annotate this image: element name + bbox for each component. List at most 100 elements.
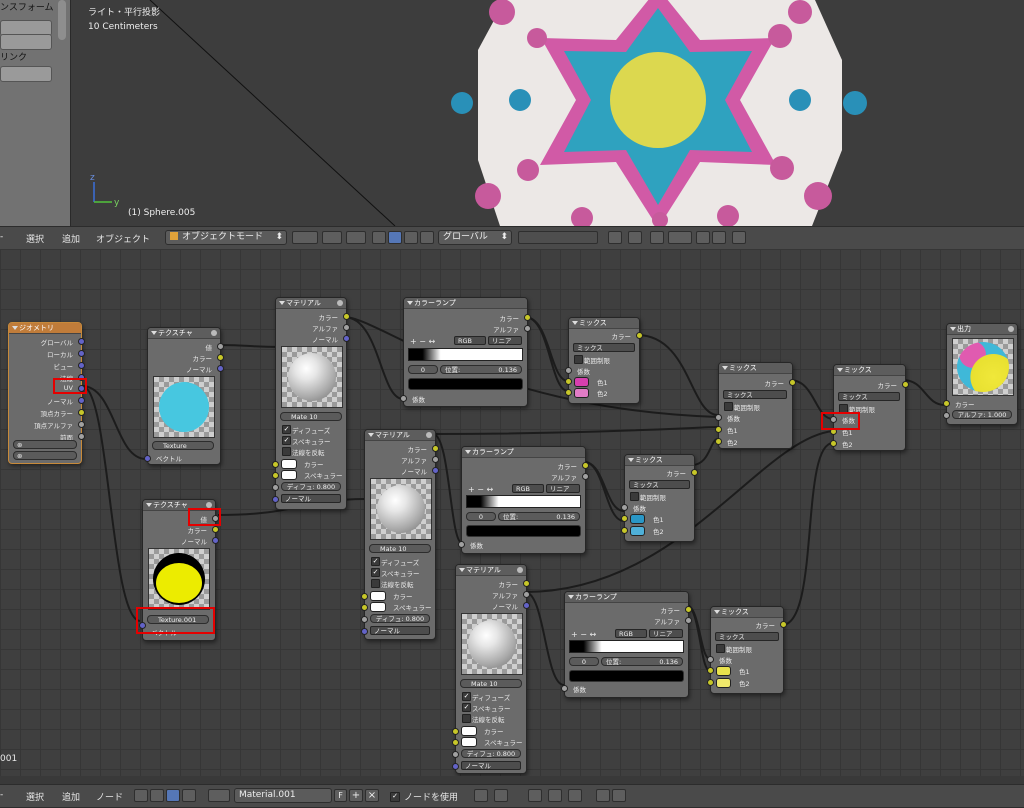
blend-mode-select[interactable]: ミックス <box>715 632 779 641</box>
socket[interactable] <box>272 461 279 468</box>
node-preview-toggle[interactable] <box>517 567 523 573</box>
ramp-position-field[interactable]: 位置: 0.136 <box>498 512 580 521</box>
node-header[interactable]: ミックス <box>834 365 905 376</box>
socket[interactable] <box>217 365 224 372</box>
socket[interactable] <box>78 397 85 404</box>
socket[interactable] <box>144 455 151 462</box>
diffuse-checkbox[interactable]: ✓ <box>462 692 471 701</box>
socket[interactable] <box>361 616 368 623</box>
material-select[interactable]: Mate 10 <box>280 412 342 421</box>
ramp-interpolation[interactable]: リニア <box>546 484 580 493</box>
mix-node-5[interactable]: ミックス カラー ミックス 範囲制限 係数 色1 色2 <box>830 364 909 451</box>
color-swatch[interactable] <box>461 726 477 736</box>
manipulator-icon[interactable] <box>372 231 386 244</box>
socket[interactable] <box>432 456 439 463</box>
pivot-icon[interactable] <box>322 231 342 244</box>
snap-align-icon[interactable] <box>568 789 582 802</box>
node-header[interactable]: マテリアル <box>276 298 346 309</box>
tool-button[interactable] <box>0 66 52 82</box>
mix-node-2[interactable]: ミックス カラー ミックス 範囲制限 係数 色1 色2 <box>621 454 698 542</box>
diffuse-intensity-field[interactable]: ディフュ: 0.800 <box>461 749 521 758</box>
vcol-field[interactable]: ⊛ <box>13 451 77 460</box>
socket[interactable] <box>789 379 796 386</box>
socket[interactable] <box>902 381 909 388</box>
socket[interactable] <box>830 440 837 447</box>
lock-icon[interactable] <box>608 231 622 244</box>
specular-checkbox[interactable]: ✓ <box>282 436 291 445</box>
mix-node-3[interactable]: ミックス カラー ミックス 範囲制限 係数 色1 色2 <box>707 606 787 694</box>
socket[interactable] <box>715 414 722 421</box>
diffuse-checkbox[interactable]: ✓ <box>282 425 291 434</box>
socket[interactable] <box>524 314 531 321</box>
diffuse-intensity-field[interactable]: ディフュ: 0.800 <box>281 482 341 491</box>
color1-swatch[interactable] <box>630 514 645 524</box>
socket[interactable] <box>432 467 439 474</box>
proportional-icon[interactable] <box>650 231 664 244</box>
color-swatch[interactable] <box>370 591 386 601</box>
clamp-checkbox[interactable] <box>574 355 583 364</box>
shading-icon[interactable] <box>292 231 318 244</box>
socket[interactable] <box>523 580 530 587</box>
animation-render-icon[interactable] <box>732 231 746 244</box>
add-icon[interactable]: + <box>349 789 363 802</box>
socket[interactable] <box>212 526 219 533</box>
socket[interactable] <box>523 602 530 609</box>
close-icon[interactable]: × <box>365 789 379 802</box>
socket[interactable] <box>780 621 787 628</box>
ramp-color-preview[interactable] <box>569 670 684 682</box>
ramp-stop-index[interactable]: 0 <box>569 657 599 666</box>
node-header[interactable]: マテリアル <box>365 430 435 441</box>
node-header[interactable]: カラーランプ <box>462 447 585 458</box>
3d-viewport[interactable]: z y ンスフォーム リンク ライト・平行投影 10 Centimeters (… <box>0 0 1024 226</box>
diffuse-checkbox[interactable]: ✓ <box>371 557 380 566</box>
node-header[interactable]: ミックス <box>625 455 694 466</box>
material-node-3[interactable]: マテリアル カラー アルファ ノーマル Mate 10 ✓ ディフューズ ✓ スペキ… <box>452 564 530 774</box>
material-select[interactable]: Mate 10 <box>460 679 522 688</box>
material-icon[interactable] <box>166 789 180 802</box>
node-editor[interactable]: ジオメトリ グローバル ローカル ビュー 法線 UV ノーマル 頂点カラー 頂点… <box>0 249 1024 776</box>
ramp-stop-index[interactable]: 0 <box>408 365 438 374</box>
socket[interactable] <box>691 469 698 476</box>
color-ramp-node-1[interactable]: カラーランプ カラー アルファ + − ↔ RGB リニア 0 位置: 0.136… <box>400 297 531 407</box>
socket[interactable] <box>707 679 714 686</box>
socket[interactable] <box>943 412 950 419</box>
node-header[interactable]: ミックス <box>711 607 783 618</box>
texture-select[interactable]: Texture <box>152 441 214 450</box>
go-parent-icon[interactable] <box>494 789 508 802</box>
ramp-color-preview[interactable] <box>466 525 581 537</box>
fake-user-button[interactable]: F <box>334 789 347 802</box>
socket[interactable] <box>361 628 368 635</box>
ramp-interpolation[interactable]: リニア <box>488 336 522 345</box>
socket[interactable] <box>452 763 459 770</box>
node-preview-toggle[interactable] <box>337 300 343 306</box>
ramp-color-preview[interactable] <box>408 378 523 390</box>
socket[interactable] <box>943 400 950 407</box>
ramp-interpolation[interactable]: リニア <box>649 629 683 638</box>
blend-mode-select[interactable]: ミックス <box>573 343 635 352</box>
invert-normal-checkbox[interactable] <box>282 447 291 456</box>
color-ramp-gradient[interactable] <box>569 640 684 653</box>
paste-icon[interactable] <box>612 789 626 802</box>
orientation-select[interactable]: グローバル ⬍ <box>438 230 512 245</box>
material-browse-icon[interactable] <box>208 789 230 802</box>
socket[interactable] <box>452 728 459 735</box>
socket[interactable] <box>343 313 350 320</box>
ramp-add-remove-icons[interactable]: + − ↔ <box>468 485 493 494</box>
snap-target-icon[interactable] <box>548 789 562 802</box>
use-nodes-checkbox[interactable]: ✓ <box>390 792 400 802</box>
layer-grid[interactable] <box>518 231 598 244</box>
mix-node-4[interactable]: ミックス カラー ミックス 範囲制限 係数 色1 色2 <box>715 362 796 449</box>
socket[interactable] <box>78 338 85 345</box>
render-icon[interactable] <box>628 231 642 244</box>
node-header[interactable]: ミックス <box>569 318 639 329</box>
node-header[interactable]: マテリアル <box>456 565 526 576</box>
material-select[interactable]: Mate 10 <box>369 544 431 553</box>
color-swatch[interactable] <box>281 459 297 469</box>
camera-render-icon[interactable] <box>712 231 726 244</box>
normal-input[interactable]: ノーマル <box>370 626 430 635</box>
compositing-icon[interactable] <box>182 789 196 802</box>
mode-select[interactable]: オブジェクトモード ⬍ <box>165 230 287 245</box>
socket[interactable] <box>707 656 714 663</box>
color2-swatch[interactable] <box>574 388 589 398</box>
socket[interactable] <box>361 604 368 611</box>
